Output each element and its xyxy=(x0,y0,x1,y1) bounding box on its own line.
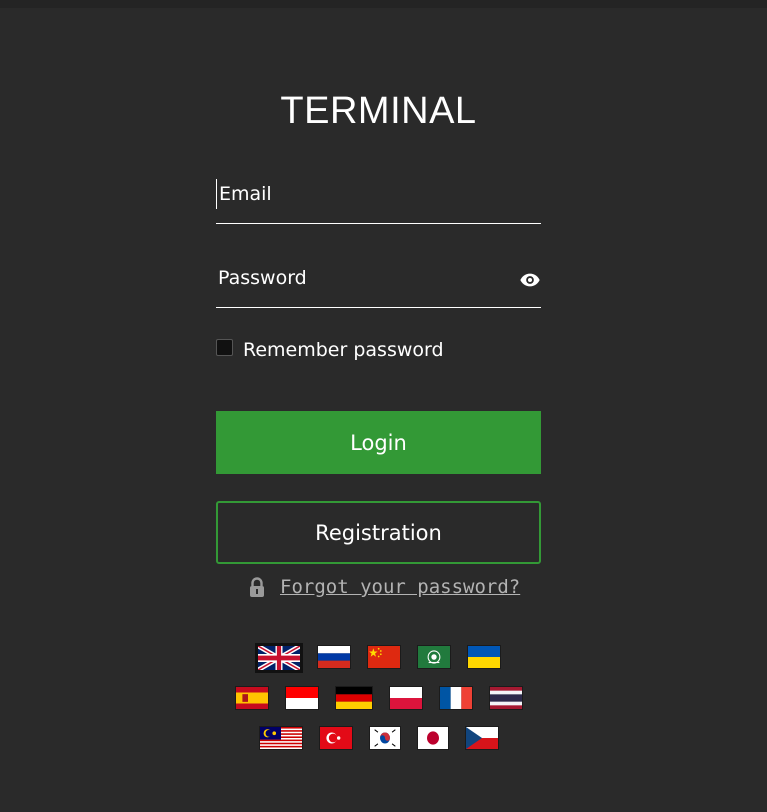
password-input[interactable] xyxy=(216,263,508,293)
flag-uk-icon[interactable] xyxy=(257,646,300,670)
email-field-wrapper xyxy=(216,179,541,224)
app-title: TERMINAL xyxy=(280,90,477,132)
forgot-password-link[interactable]: Forgot your password? xyxy=(280,576,520,598)
flag-kr-icon[interactable] xyxy=(369,727,400,749)
flag-ru-icon[interactable] xyxy=(317,646,350,668)
flag-id-icon[interactable] xyxy=(285,687,318,709)
forgot-password-row: Forgot your password? xyxy=(248,574,520,600)
flag-arabic-league-icon[interactable] xyxy=(417,646,450,668)
flag-es-icon[interactable] xyxy=(235,687,268,709)
flag-de-icon[interactable] xyxy=(335,687,372,709)
language-flags-row-1 xyxy=(0,646,757,670)
remember-password-row: Remember password xyxy=(216,337,444,363)
password-field-wrapper xyxy=(216,263,541,308)
flag-tr-icon[interactable] xyxy=(319,727,352,749)
login-button[interactable]: Login xyxy=(216,411,541,474)
flag-ua-icon[interactable] xyxy=(467,646,500,668)
language-flags-row-3 xyxy=(0,727,757,749)
language-flags-row-2 xyxy=(0,687,757,709)
flag-my-icon[interactable] xyxy=(259,727,302,749)
top-bar xyxy=(0,0,767,8)
flag-cn-icon[interactable] xyxy=(367,646,400,668)
lock-icon xyxy=(250,577,264,597)
show-password-eye-icon[interactable] xyxy=(519,269,541,291)
remember-password-checkbox[interactable] xyxy=(216,338,233,356)
email-input[interactable] xyxy=(216,179,509,209)
registration-button[interactable]: Registration xyxy=(216,501,541,564)
flag-jp-icon[interactable] xyxy=(417,727,448,749)
remember-password-label: Remember password xyxy=(243,339,444,361)
flag-pl-icon[interactable] xyxy=(389,687,422,709)
flag-cz-icon[interactable] xyxy=(465,727,498,749)
flag-fr-icon[interactable] xyxy=(439,687,472,709)
flag-th-icon[interactable] xyxy=(489,687,522,709)
